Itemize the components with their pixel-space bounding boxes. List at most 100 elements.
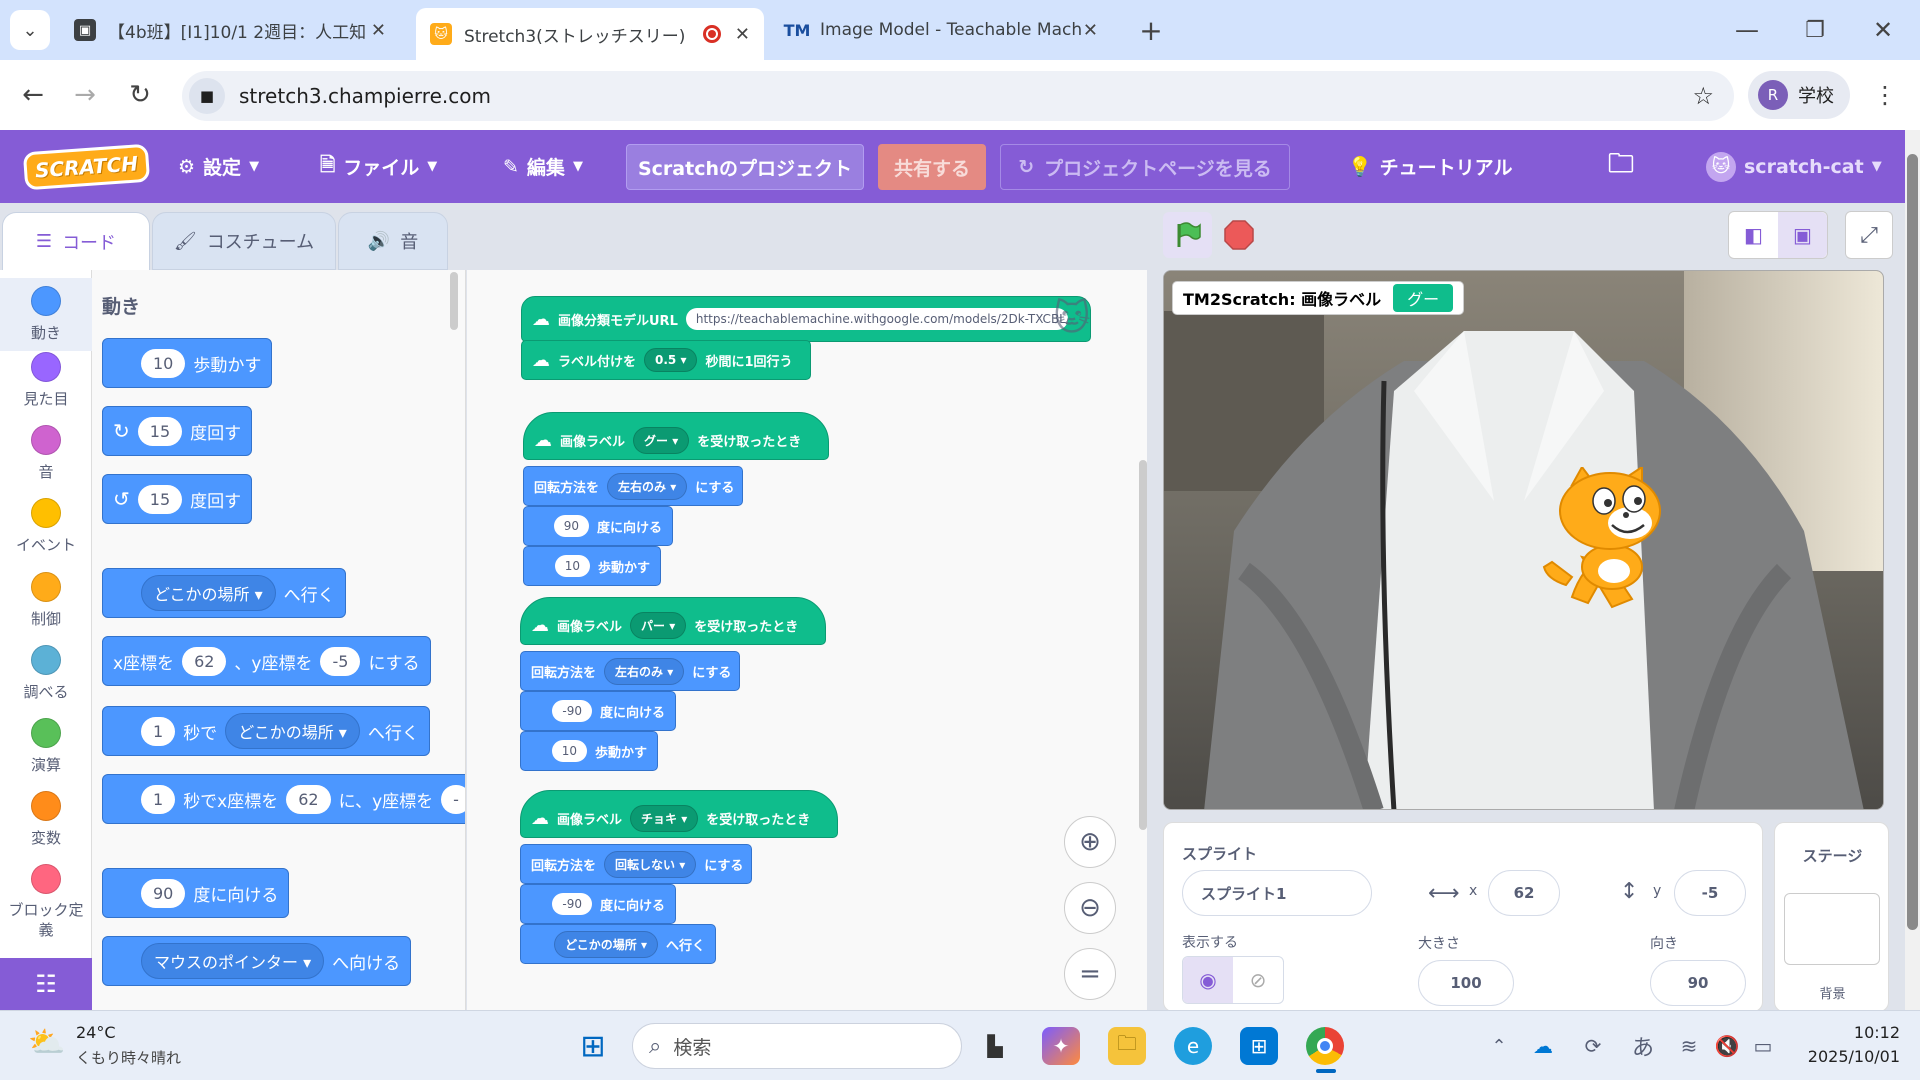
account-menu[interactable]: 🐱 scratch-cat ▼ <box>1706 130 1882 203</box>
label-dropdown[interactable]: パー ▾ <box>630 611 687 639</box>
minimize-window-icon[interactable]: — <box>1728 11 1766 49</box>
move-steps-block-1[interactable]: 10 歩動かす <box>523 546 661 586</box>
size-input[interactable]: 100 <box>1418 960 1514 1006</box>
hide-sprite-button[interactable]: ⊘ <box>1233 957 1283 1003</box>
palette-scrollbar[interactable] <box>450 272 458 330</box>
page-scrollbar-thumb[interactable] <box>1907 154 1918 930</box>
steps-input[interactable]: 10 <box>554 555 590 577</box>
category-sound[interactable]: 音 <box>0 425 92 482</box>
page-scrollbar[interactable] <box>1905 130 1920 1010</box>
file-explorer-icon[interactable]: 🗀 <box>1108 1027 1146 1065</box>
point-direction-block-2[interactable]: -90 度に向ける <box>520 691 676 731</box>
direction-input[interactable]: 90 <box>141 878 186 908</box>
url-bar[interactable]: ■ stretch3.champierre.com ☆ <box>182 71 1734 121</box>
label-dropdown[interactable]: チョキ ▾ <box>630 804 699 832</box>
model-url-input[interactable]: https://teachablemachine.withgoogle.com/… <box>685 308 1068 330</box>
point-towards-block[interactable]: マウスのポインター ▾ へ向ける <box>102 936 412 986</box>
degrees-input[interactable]: 15 <box>137 416 183 446</box>
share-button[interactable]: 共有する <box>878 144 986 190</box>
browser-menu-icon[interactable]: ⋮ <box>1866 76 1904 114</box>
y-position-input[interactable]: -5 <box>1674 870 1746 916</box>
category-sensing[interactable]: 調べる <box>0 645 92 702</box>
copilot-icon[interactable]: ✦ <box>1042 1027 1080 1065</box>
point-direction-block[interactable]: 90 度に向ける <box>102 868 290 918</box>
tab-costumes[interactable]: 🖌 コスチューム <box>152 212 336 270</box>
clock-time[interactable]: 10:12 <box>1790 1023 1900 1042</box>
microsoft-store-icon[interactable]: ⊞ <box>1240 1027 1278 1065</box>
file-menu[interactable]: 🗎 ファイル ▼ <box>320 130 437 203</box>
add-extension-button[interactable]: ☷ <box>0 958 92 1010</box>
show-sprite-button[interactable]: ◉ <box>1183 957 1233 1003</box>
sync-icon[interactable]: ⟳ <box>1574 1027 1612 1065</box>
point-direction-block-1[interactable]: 90 度に向ける <box>523 506 673 546</box>
set-rotation-style-block-2[interactable]: 回転方法を 左右のみ ▾ にする <box>520 651 740 691</box>
goto-dropdown[interactable]: どこかの場所 ▾ <box>554 930 658 958</box>
edit-menu[interactable]: ✎ 編集 ▼ <box>503 130 583 203</box>
rotation-dropdown[interactable]: 左右のみ ▾ <box>607 472 688 500</box>
windows-start-icon[interactable]: ⊞ <box>574 1027 612 1065</box>
chrome-browser-icon[interactable] <box>1306 1027 1344 1065</box>
large-stage-button[interactable]: ▣ <box>1778 212 1827 258</box>
zoom-out-button[interactable]: ⊖ <box>1064 882 1116 934</box>
zoom-reset-button[interactable]: = <box>1064 948 1116 1000</box>
browser-tab-3[interactable]: TM Image Model - Teachable Mach ✕ <box>772 8 1112 52</box>
goto-block-3[interactable]: どこかの場所 ▾ へ行く <box>520 924 716 964</box>
direction-input[interactable]: -90 <box>552 893 592 915</box>
category-variables[interactable]: 変数 <box>0 791 92 848</box>
taskbar-search-box[interactable]: ⌕ 検索 <box>632 1023 962 1069</box>
onedrive-cloud-icon[interactable]: ☁ <box>1524 1027 1562 1065</box>
rotation-dropdown[interactable]: 回転しない ▾ <box>604 850 697 878</box>
new-tab-button[interactable]: + <box>1132 11 1170 49</box>
script-area[interactable]: ☁ 画像分類モデルURL https://teachablemachine.wi… <box>467 270 1147 1010</box>
category-events[interactable]: イベント <box>0 498 92 555</box>
stop-button[interactable] <box>1219 215 1259 255</box>
close-window-icon[interactable]: ✕ <box>1864 11 1902 49</box>
show-hidden-icons-chevron-icon[interactable]: ⌃ <box>1480 1027 1518 1065</box>
category-looks[interactable]: 見た目 <box>0 352 92 409</box>
tab-sounds[interactable]: 🔊 音 <box>338 212 448 270</box>
model-url-block[interactable]: ☁ 画像分類モデルURL https://teachablemachine.wi… <box>521 296 1091 342</box>
category-control[interactable]: 制御 <box>0 572 92 629</box>
steps-input[interactable]: 10 <box>141 348 186 378</box>
url-text[interactable]: stretch3.champierre.com <box>239 84 491 108</box>
green-flag-button[interactable] <box>1163 212 1212 258</box>
category-motion[interactable]: 動き <box>0 278 92 351</box>
tab-close-icon[interactable]: ✕ <box>371 20 386 41</box>
move-steps-block[interactable]: 10 歩動かす <box>102 338 273 388</box>
x-position-input[interactable]: 62 <box>1488 870 1560 916</box>
see-project-page-button[interactable]: ↻ プロジェクトページを見る <box>1000 144 1290 190</box>
label-monitor[interactable]: TM2Scratch: 画像ラベル グー <box>1172 281 1465 315</box>
tab-code[interactable]: ☰ コード <box>2 212 150 270</box>
set-rotation-style-block-1[interactable]: 回転方法を 左右のみ ▾ にする <box>523 466 743 506</box>
task-view-icon[interactable]: ▙ <box>976 1027 1014 1065</box>
ime-indicator[interactable]: あ <box>1624 1027 1662 1065</box>
when-label-received-hat-1[interactable]: ☁ 画像ラベル グー ▾ を受け取ったとき <box>523 412 829 460</box>
scratch-logo[interactable]: SCRATCH <box>22 130 151 203</box>
direction-input[interactable]: 90 <box>1650 960 1746 1006</box>
y-input[interactable]: -5 <box>320 646 361 676</box>
tab-close-icon[interactable]: ✕ <box>1083 20 1098 41</box>
clock-date[interactable]: 2025/10/01 <box>1790 1047 1900 1066</box>
direction-input[interactable]: 90 <box>553 515 589 537</box>
script-area-scrollbar[interactable] <box>1139 460 1147 830</box>
turn-right-block[interactable]: ↻ 15 度回す <box>102 406 253 456</box>
category-my-blocks[interactable]: ブロック定義 <box>0 864 92 940</box>
when-label-received-hat-3[interactable]: ☁ 画像ラベル チョキ ▾ を受け取ったとき <box>520 790 838 838</box>
settings-menu[interactable]: ⚙ 設定 ▼ <box>178 130 259 203</box>
browser-tab-2[interactable]: 🐱 Stretch3(ストレッチスリー) ✕ <box>416 8 764 60</box>
weather-temperature[interactable]: 24°C <box>76 1023 116 1042</box>
glide-dropdown[interactable]: どこかの場所 ▾ <box>225 713 360 749</box>
category-operators[interactable]: 演算 <box>0 718 92 775</box>
bookmark-star-icon[interactable]: ☆ <box>1692 82 1714 110</box>
stage-canvas[interactable]: TM2Scratch: 画像ラベル グー <box>1163 270 1884 810</box>
when-label-received-hat-2[interactable]: ☁ 画像ラベル パー ▾ を受け取ったとき <box>520 597 826 645</box>
y-input[interactable]: - <box>441 784 465 814</box>
sprite-name-input[interactable]: スプライト1 <box>1182 870 1372 916</box>
glide-xy-block[interactable]: 1 秒でx座標を 62 に、y座標を - <box>102 774 465 824</box>
my-stuff-folder-icon[interactable]: 🗀 <box>1608 130 1634 203</box>
set-rotation-style-block-3[interactable]: 回転方法を 回転しない ▾ にする <box>520 844 752 884</box>
weather-description[interactable]: くもり時々晴れ <box>76 1047 181 1068</box>
back-button[interactable]: ← <box>14 76 52 114</box>
browser-tab-1[interactable]: ▣ 【4b班】[I1]10/1 2週目：人工知 ✕ <box>60 8 400 52</box>
weather-icon[interactable]: ⛅ <box>28 1025 65 1060</box>
